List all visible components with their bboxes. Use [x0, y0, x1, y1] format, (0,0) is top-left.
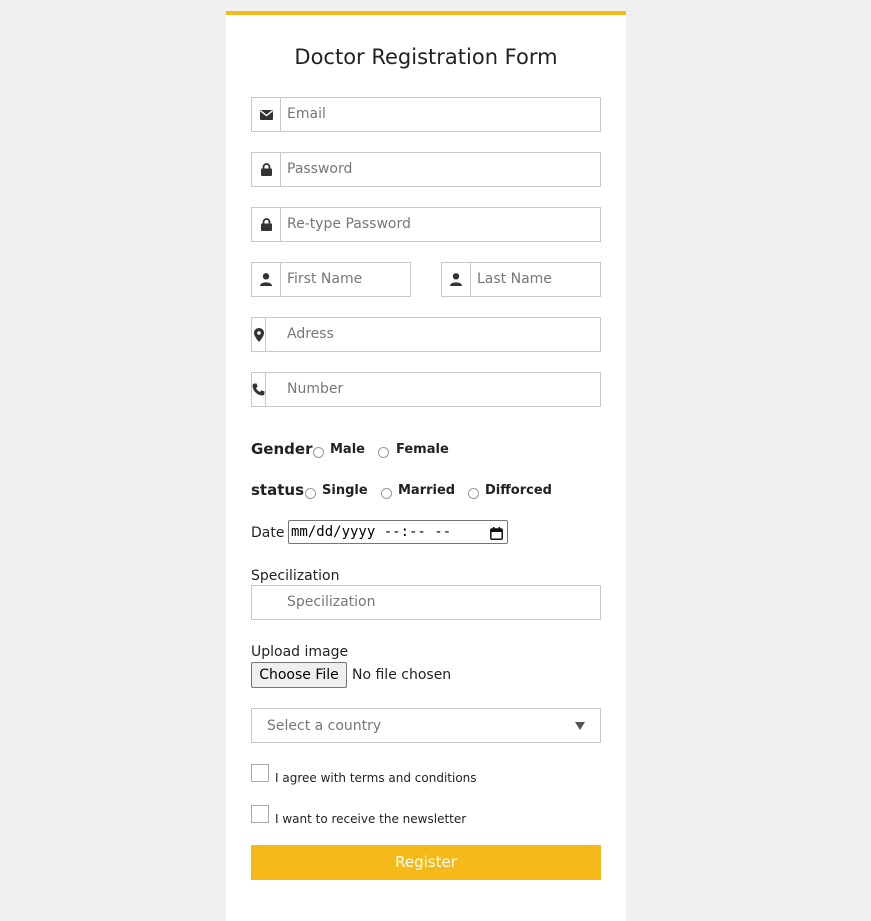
gender-label: Gender	[251, 440, 313, 458]
number-field[interactable]: Number	[251, 372, 601, 407]
gender-female-radio[interactable]	[378, 447, 389, 458]
gender-male-label: Male	[330, 442, 365, 457]
lock-icon	[252, 153, 281, 186]
retype-password-placeholder: Re-type Password	[287, 216, 411, 232]
lock-icon	[252, 208, 281, 241]
newsletter-label: I want to receive the newsletter	[275, 812, 467, 826]
date-label: Date	[251, 525, 285, 541]
number-placeholder: Number	[287, 381, 344, 397]
upload-label: Upload image	[251, 644, 349, 660]
specialization-placeholder: Specilization	[287, 594, 376, 610]
map-pin-icon	[252, 318, 266, 351]
first-name-placeholder: First Name	[287, 271, 363, 287]
status-single-radio[interactable]	[305, 488, 316, 499]
specialization-field[interactable]: Specilization	[251, 585, 601, 620]
date-value: mm/dd/yyyy --:-- --	[291, 524, 452, 540]
last-name-placeholder: Last Name	[477, 271, 552, 287]
file-status: No file chosen	[352, 667, 452, 683]
newsletter-checkbox[interactable]	[251, 805, 269, 823]
terms-label: I agree with terms and conditions	[275, 771, 477, 785]
status-label: status	[251, 481, 304, 499]
specialization-label: Specilization	[251, 568, 340, 584]
terms-checkbox[interactable]	[251, 764, 269, 782]
status-single-label: Single	[322, 483, 368, 498]
form-title: Doctor Registration Form	[294, 45, 558, 69]
retype-password-field[interactable]: Re-type Password	[251, 207, 601, 242]
status-difforced-radio[interactable]	[468, 488, 479, 499]
first-name-field[interactable]: First Name	[251, 262, 411, 297]
status-difforced-label: Difforced	[485, 483, 552, 498]
country-selected: Select a country	[267, 718, 382, 734]
status-married-radio[interactable]	[381, 488, 392, 499]
address-field[interactable]: Adress	[251, 317, 601, 352]
envelope-icon	[252, 98, 281, 131]
register-button[interactable]: Register	[251, 845, 601, 880]
address-placeholder: Adress	[287, 326, 334, 342]
user-icon	[252, 263, 281, 296]
user-icon	[442, 263, 471, 296]
registration-card: Doctor Registration Form Email Password …	[226, 11, 626, 921]
password-placeholder: Password	[287, 161, 353, 177]
date-input[interactable]: mm/dd/yyyy --:-- --	[288, 520, 508, 544]
gender-female-label: Female	[396, 442, 449, 457]
gender-male-radio[interactable]	[313, 447, 324, 458]
email-placeholder: Email	[287, 106, 326, 122]
status-married-label: Married	[398, 483, 456, 498]
calendar-icon[interactable]	[490, 525, 503, 544]
phone-icon	[252, 373, 266, 406]
choose-file-button[interactable]: Choose File	[251, 662, 347, 688]
country-select[interactable]: Select a country	[251, 708, 601, 743]
last-name-field[interactable]: Last Name	[441, 262, 601, 297]
password-field[interactable]: Password	[251, 152, 601, 187]
email-field[interactable]: Email	[251, 97, 601, 132]
chevron-down-icon	[575, 722, 585, 730]
